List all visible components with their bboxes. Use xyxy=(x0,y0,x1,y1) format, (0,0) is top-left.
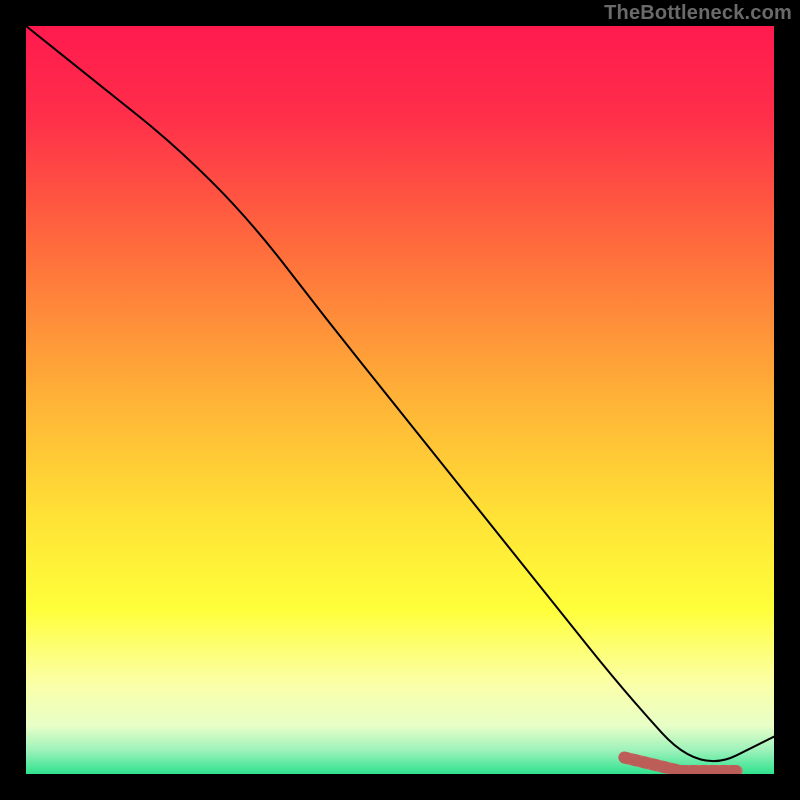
plot-area xyxy=(26,26,774,774)
gradient-background xyxy=(26,26,774,774)
chart-container: TheBottleneck.com xyxy=(0,0,800,800)
bottleneck-chart xyxy=(26,26,774,774)
watermark-text: TheBottleneck.com xyxy=(604,2,792,25)
